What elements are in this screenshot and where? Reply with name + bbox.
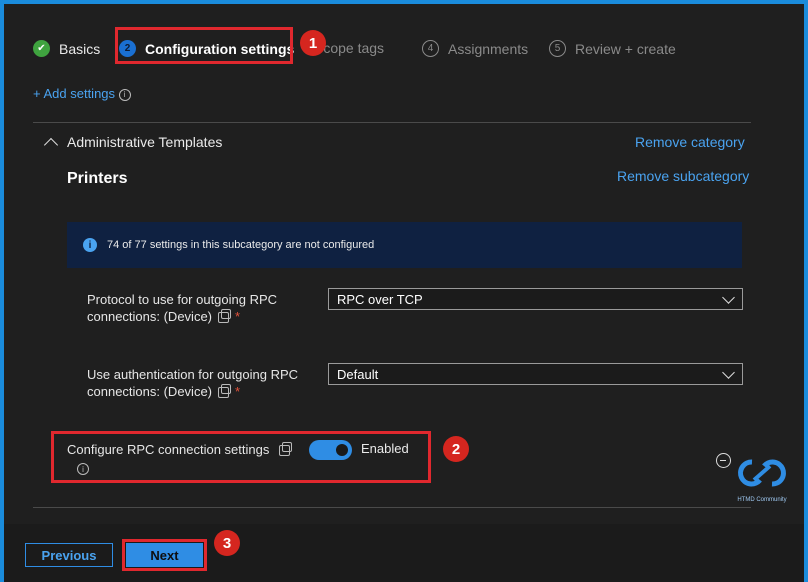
htmd-logo: HTMD Community — [734, 456, 790, 503]
setting-label-protocol: Protocol to use for outgoing RPC connect… — [87, 291, 277, 325]
remove-category-link[interactable]: Remove category — [635, 134, 745, 150]
step-basics[interactable]: ✔ Basics — [33, 40, 100, 57]
previous-button[interactable]: Previous — [25, 543, 113, 567]
divider — [33, 507, 751, 508]
logo-icon — [738, 459, 786, 487]
info-banner: i 74 of 77 settings in this subcategory … — [67, 222, 742, 268]
authentication-dropdown[interactable]: Default — [328, 363, 743, 385]
info-icon: i — [118, 88, 131, 101]
add-settings-link[interactable]: + Add settings i — [33, 86, 131, 101]
setting-label-line: Use authentication for outgoing RPC — [87, 367, 299, 382]
step-assignments[interactable]: 4 Assignments — [422, 40, 528, 57]
step-label: Review + create — [575, 40, 676, 57]
checkmark-icon: ✔ — [33, 40, 50, 57]
wizard-window: ✔ Basics 2 Configuration settings Scope … — [0, 0, 808, 582]
step-number: 5 — [549, 40, 566, 57]
dropdown-value: RPC over TCP — [337, 291, 423, 307]
callout-box-next — [122, 539, 207, 571]
watermark-text: HTMD Community — [737, 497, 787, 503]
setting-label-line: connections: (Device) — [87, 384, 212, 399]
dropdown-value: Default — [337, 366, 379, 382]
step-number: 4 — [422, 40, 439, 57]
copy-icon[interactable] — [218, 309, 231, 324]
remove-subcategory-link[interactable]: Remove subcategory — [617, 168, 749, 184]
divider — [33, 122, 751, 123]
chevron-down-icon — [722, 291, 735, 304]
chevron-down-icon — [722, 366, 735, 379]
setting-label-line: Protocol to use for outgoing RPC — [87, 292, 278, 307]
chevron-up-icon[interactable] — [43, 137, 59, 153]
callout-badge: 1 — [300, 30, 326, 56]
setting-label-line: connections: (Device) — [87, 309, 212, 324]
info-banner-text: 74 of 77 settings in this subcategory ar… — [107, 239, 375, 251]
callout-badge: 3 — [214, 530, 240, 556]
step-label: Assignments — [448, 40, 529, 57]
add-settings-label: + Add settings — [33, 86, 116, 101]
remove-setting-icon[interactable] — [716, 453, 731, 468]
protocol-dropdown[interactable]: RPC over TCP — [328, 288, 743, 310]
callout-box-configuration — [115, 27, 293, 64]
callout-badge: 2 — [443, 436, 469, 462]
callout-box-toggle — [51, 431, 431, 483]
copy-icon[interactable] — [218, 384, 231, 399]
step-review-create[interactable]: 5 Review + create — [549, 40, 676, 57]
category-title: Administrative Templates — [67, 134, 223, 150]
setting-label-authentication: Use authentication for outgoing RPC conn… — [87, 366, 298, 400]
subcategory-title: Printers — [67, 170, 128, 187]
required-marker: * — [235, 309, 241, 324]
required-marker: * — [235, 384, 241, 399]
info-icon: i — [83, 238, 97, 252]
step-label: Basics — [59, 40, 101, 57]
